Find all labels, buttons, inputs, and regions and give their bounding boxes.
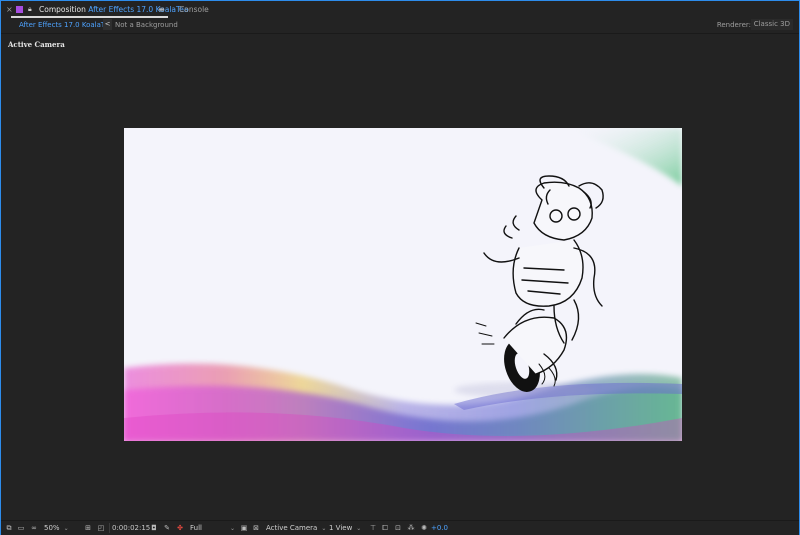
renderer-label: Renderer: <box>716 21 751 29</box>
timeline-icon[interactable]: ⊡ <box>393 522 403 534</box>
renderer-button[interactable]: Classic 3D <box>750 19 793 30</box>
reset-exposure-icon[interactable]: ✺ <box>419 522 429 534</box>
always-preview-icon[interactable]: ⧉ <box>4 522 14 534</box>
divider <box>109 523 110 533</box>
exposure-value[interactable]: +0.0 <box>431 522 448 534</box>
mask-visibility-icon[interactable]: ∞ <box>29 522 39 534</box>
breadcrumb-other-comp[interactable]: Not a Background <box>115 18 178 32</box>
magnification-value: 50% <box>44 524 60 532</box>
koala-scooter-illustration <box>475 175 604 392</box>
current-time-display[interactable]: 0:00:02:15 <box>112 522 150 534</box>
view-layout-dropdown[interactable]: 1 View ⌄ <box>329 522 361 534</box>
composition-navigator: After Effects 17.0 KoalaTea < Not a Back… <box>1 18 799 34</box>
viewer-toolbar: ⧉ ▭ ∞ 50% ⌄ ⊞ ◰ 0:00:02:15 ◘ ✎ ✤ Full ⌄ ▣ … <box>1 520 799 535</box>
toggle-transparency-grid-icon[interactable]: ⊠ <box>251 522 261 534</box>
flowchart-arrow-icon[interactable]: < <box>103 19 112 30</box>
snapshot-icon[interactable]: ◘ <box>149 522 159 534</box>
3d-view-dropdown[interactable]: Active Camera ⌄ <box>266 522 326 534</box>
resolution-value: Full <box>190 524 202 532</box>
show-snapshot-icon[interactable]: ✎ <box>162 522 172 534</box>
view-layout-value: 1 View <box>329 524 353 532</box>
composition-panel: × 🔒︎ Composition After Effects 17.0 Koal… <box>0 0 800 535</box>
tab-console[interactable]: Console <box>179 1 209 18</box>
monitor-icon[interactable]: ▭ <box>16 522 26 534</box>
show-channel-icon[interactable]: ✤ <box>175 522 185 534</box>
composition-canvas[interactable] <box>124 128 682 441</box>
chevron-down-icon: ⌄ <box>63 525 69 532</box>
tab-composition-name: After Effects 17.0 KoalaTea <box>88 5 189 14</box>
transparency-icon[interactable]: ◰ <box>96 522 106 534</box>
tab-composition-prefix: Composition <box>39 5 86 14</box>
grid-icon[interactable]: ⊞ <box>83 522 93 534</box>
fast-previews-icon[interactable]: ⧠ <box>380 522 390 534</box>
composition-icon <box>16 6 23 13</box>
breadcrumb-active-comp[interactable]: After Effects 17.0 KoalaTea <box>19 18 113 32</box>
chevron-down-icon: ⌄ <box>356 525 362 532</box>
pixel-aspect-icon[interactable]: ⊤ <box>368 522 378 534</box>
chevron-down-icon: ⌄ <box>229 525 236 532</box>
3d-view-value: Active Camera <box>266 524 318 532</box>
region-of-interest-icon[interactable]: ▣ <box>239 522 249 534</box>
composition-artwork <box>124 128 682 441</box>
resolution-dropdown[interactable]: Full ⌄ <box>190 522 235 534</box>
magnification-dropdown[interactable]: 50% ⌄ <box>44 522 69 534</box>
panel-tab-bar: × 🔒︎ Composition After Effects 17.0 Koal… <box>1 1 799 18</box>
chevron-down-icon: ⌄ <box>321 525 327 532</box>
viewer-camera-label: Active Camera <box>8 40 65 49</box>
flowchart-icon[interactable]: ⁂ <box>406 522 416 534</box>
